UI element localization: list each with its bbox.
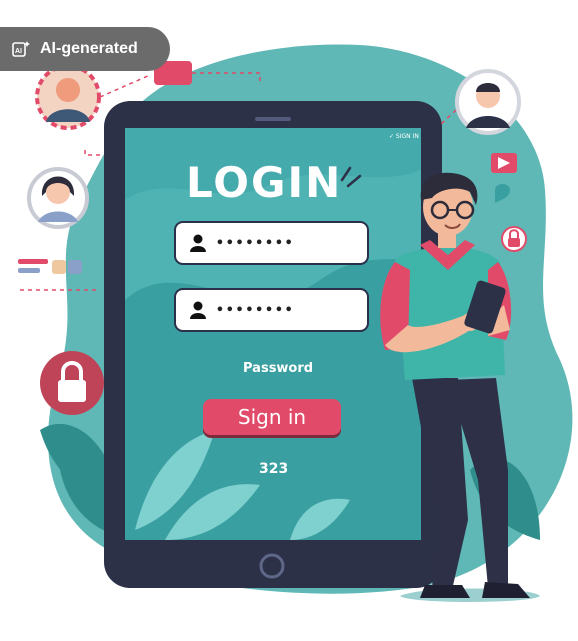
tablet-home-button — [259, 553, 285, 579]
ai-generated-badge: AI AI-generated — [0, 27, 170, 71]
lock-icon — [40, 351, 104, 415]
avatar-left — [27, 167, 89, 229]
code-text: 323 — [259, 461, 289, 477]
svg-text:AI: AI — [15, 48, 22, 55]
password-field[interactable]: •••••••• — [176, 290, 367, 330]
password-label[interactable]: Password — [243, 361, 313, 376]
user-icon — [190, 234, 206, 252]
lock-icon — [501, 226, 527, 252]
ai-sparkle-icon: AI — [12, 41, 30, 57]
arrow-icon — [491, 153, 517, 173]
user-icon — [190, 301, 206, 319]
list-lines — [18, 259, 82, 274]
page-title: LOGIN — [186, 158, 343, 207]
username-field[interactable]: •••••••• — [176, 223, 367, 263]
sign-in-button[interactable]: Sign in — [203, 399, 341, 435]
tablet-speaker — [255, 117, 291, 121]
username-value: •••••••• — [216, 235, 295, 251]
status-text: ✓ SIGN IN — [389, 133, 419, 140]
avatar-top-right — [455, 69, 521, 135]
password-value: •••••••• — [216, 302, 295, 318]
avatar-top-left — [35, 64, 101, 130]
ai-generated-label: AI-generated — [40, 40, 138, 57]
